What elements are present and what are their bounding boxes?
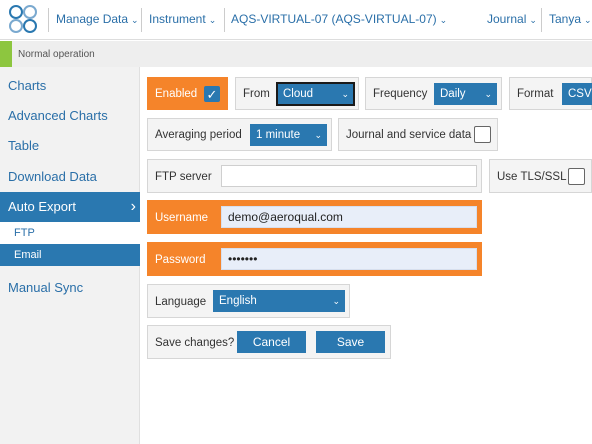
journal-service-checkbox[interactable] <box>474 126 491 143</box>
from-select[interactable]: Cloud ⌄ <box>276 82 355 106</box>
language-group: Language English ⌄ <box>147 284 350 318</box>
language-select[interactable]: English ⌄ <box>213 290 345 312</box>
status-bar: Normal operation <box>0 41 592 67</box>
status-indicator <box>0 41 12 67</box>
manage-data-label: Manage Data <box>56 12 129 26</box>
chevron-down-icon: ⌄ <box>341 89 349 99</box>
sidebar: Charts Advanced Charts Table Download Da… <box>0 67 140 444</box>
averaging-select[interactable]: 1 minute ⌄ <box>250 124 327 146</box>
frequency-value: Daily <box>440 88 466 100</box>
top-bar: Manage Data ⌄ Instrument ⌄ AQS-VIRTUAL-07 … <box>0 0 592 40</box>
sidebar-item-auto-export[interactable]: Auto Export › <box>0 192 140 222</box>
divider <box>48 8 49 32</box>
status-text: Normal operation <box>18 49 95 60</box>
divider <box>224 8 225 32</box>
averaging-value: 1 minute <box>256 129 301 141</box>
tls-group: Use TLS/SSL <box>489 159 592 193</box>
aeroqual-logo-icon[interactable] <box>8 4 42 36</box>
chevron-down-icon: ⌄ <box>332 296 340 306</box>
device-label: AQS-VIRTUAL-07 (AQS-VIRTUAL-07) <box>231 12 437 26</box>
averaging-group: Averaging period 1 minute ⌄ <box>147 118 332 151</box>
language-value: English <box>219 295 257 307</box>
sidebar-subitem-ftp[interactable]: FTP <box>0 222 140 244</box>
instrument-menu[interactable]: Instrument ⌄ <box>149 12 216 26</box>
enabled-group: Enabled ✓ <box>147 77 228 110</box>
averaging-label: Averaging period <box>155 129 242 141</box>
password-label: Password <box>155 254 206 266</box>
tls-checkbox[interactable] <box>568 168 585 185</box>
instrument-label: Instrument <box>149 12 206 26</box>
sidebar-item-label: Auto Export <box>8 199 76 214</box>
journal-service-label: Journal and service data <box>346 129 472 141</box>
user-menu[interactable]: Tanya ⌄ <box>549 12 592 26</box>
chevron-down-icon: ⌄ <box>208 15 217 25</box>
sidebar-item-manual-sync[interactable]: Manual Sync <box>0 273 140 303</box>
save-changes-group: Save changes? Cancel Save <box>147 325 391 359</box>
save-changes-label: Save changes? <box>155 337 235 349</box>
password-group: Password ••••••• <box>147 242 482 276</box>
format-value: CSV <box>568 88 592 100</box>
enabled-label: Enabled <box>155 88 198 100</box>
sidebar-item-download-data[interactable]: Download Data <box>0 162 140 192</box>
sidebar-item-charts[interactable]: Charts <box>0 71 140 101</box>
from-label: From <box>243 88 270 100</box>
device-selector[interactable]: AQS-VIRTUAL-07 (AQS-VIRTUAL-07) ⌄ <box>231 12 447 26</box>
enabled-checkbox[interactable]: ✓ <box>204 86 220 102</box>
username-group: Username demo@aeroqual.com <box>147 200 482 234</box>
ftp-server-label: FTP server <box>155 171 212 183</box>
frequency-group: Frequency Daily ⌄ <box>365 77 502 110</box>
sidebar-subitem-email[interactable]: Email <box>0 244 140 266</box>
ftp-server-group: FTP server <box>147 159 482 193</box>
tls-label: Use TLS/SSL <box>497 171 567 183</box>
divider <box>541 8 542 32</box>
cancel-button[interactable]: Cancel <box>237 331 306 353</box>
from-group: From Cloud ⌄ <box>235 77 359 110</box>
format-label: Format <box>517 88 554 100</box>
format-select[interactable]: CSV <box>562 83 592 105</box>
journal-menu[interactable]: Journal ⌄ <box>487 12 537 26</box>
password-input[interactable]: ••••••• <box>221 248 477 270</box>
format-group: Format CSV <box>509 77 592 110</box>
language-label: Language <box>155 296 207 308</box>
chevron-down-icon: ⌄ <box>584 15 592 25</box>
journal-label: Journal <box>487 12 527 26</box>
journal-service-group: Journal and service data <box>338 118 498 151</box>
username-input[interactable]: demo@aeroqual.com <box>221 206 477 228</box>
divider <box>141 8 142 32</box>
chevron-down-icon: ⌄ <box>131 15 139 25</box>
user-label: Tanya <box>549 12 582 26</box>
save-button[interactable]: Save <box>316 331 385 353</box>
chevron-down-icon: ⌄ <box>314 130 322 140</box>
frequency-select[interactable]: Daily ⌄ <box>434 83 497 105</box>
sidebar-item-table[interactable]: Table <box>0 131 140 161</box>
chevron-down-icon: ⌄ <box>529 15 537 25</box>
sidebar-item-advanced-charts[interactable]: Advanced Charts <box>0 101 140 131</box>
chevron-down-icon: ⌄ <box>439 15 448 25</box>
from-value: Cloud <box>283 88 314 100</box>
ftp-server-input[interactable] <box>221 165 477 187</box>
manage-data-menu[interactable]: Manage Data ⌄ <box>56 12 139 26</box>
chevron-down-icon: ⌄ <box>484 89 492 99</box>
frequency-label: Frequency <box>373 88 428 100</box>
checkmark-icon: ✓ <box>206 87 218 102</box>
username-label: Username <box>155 212 209 224</box>
chevron-right-icon: › <box>130 198 136 215</box>
